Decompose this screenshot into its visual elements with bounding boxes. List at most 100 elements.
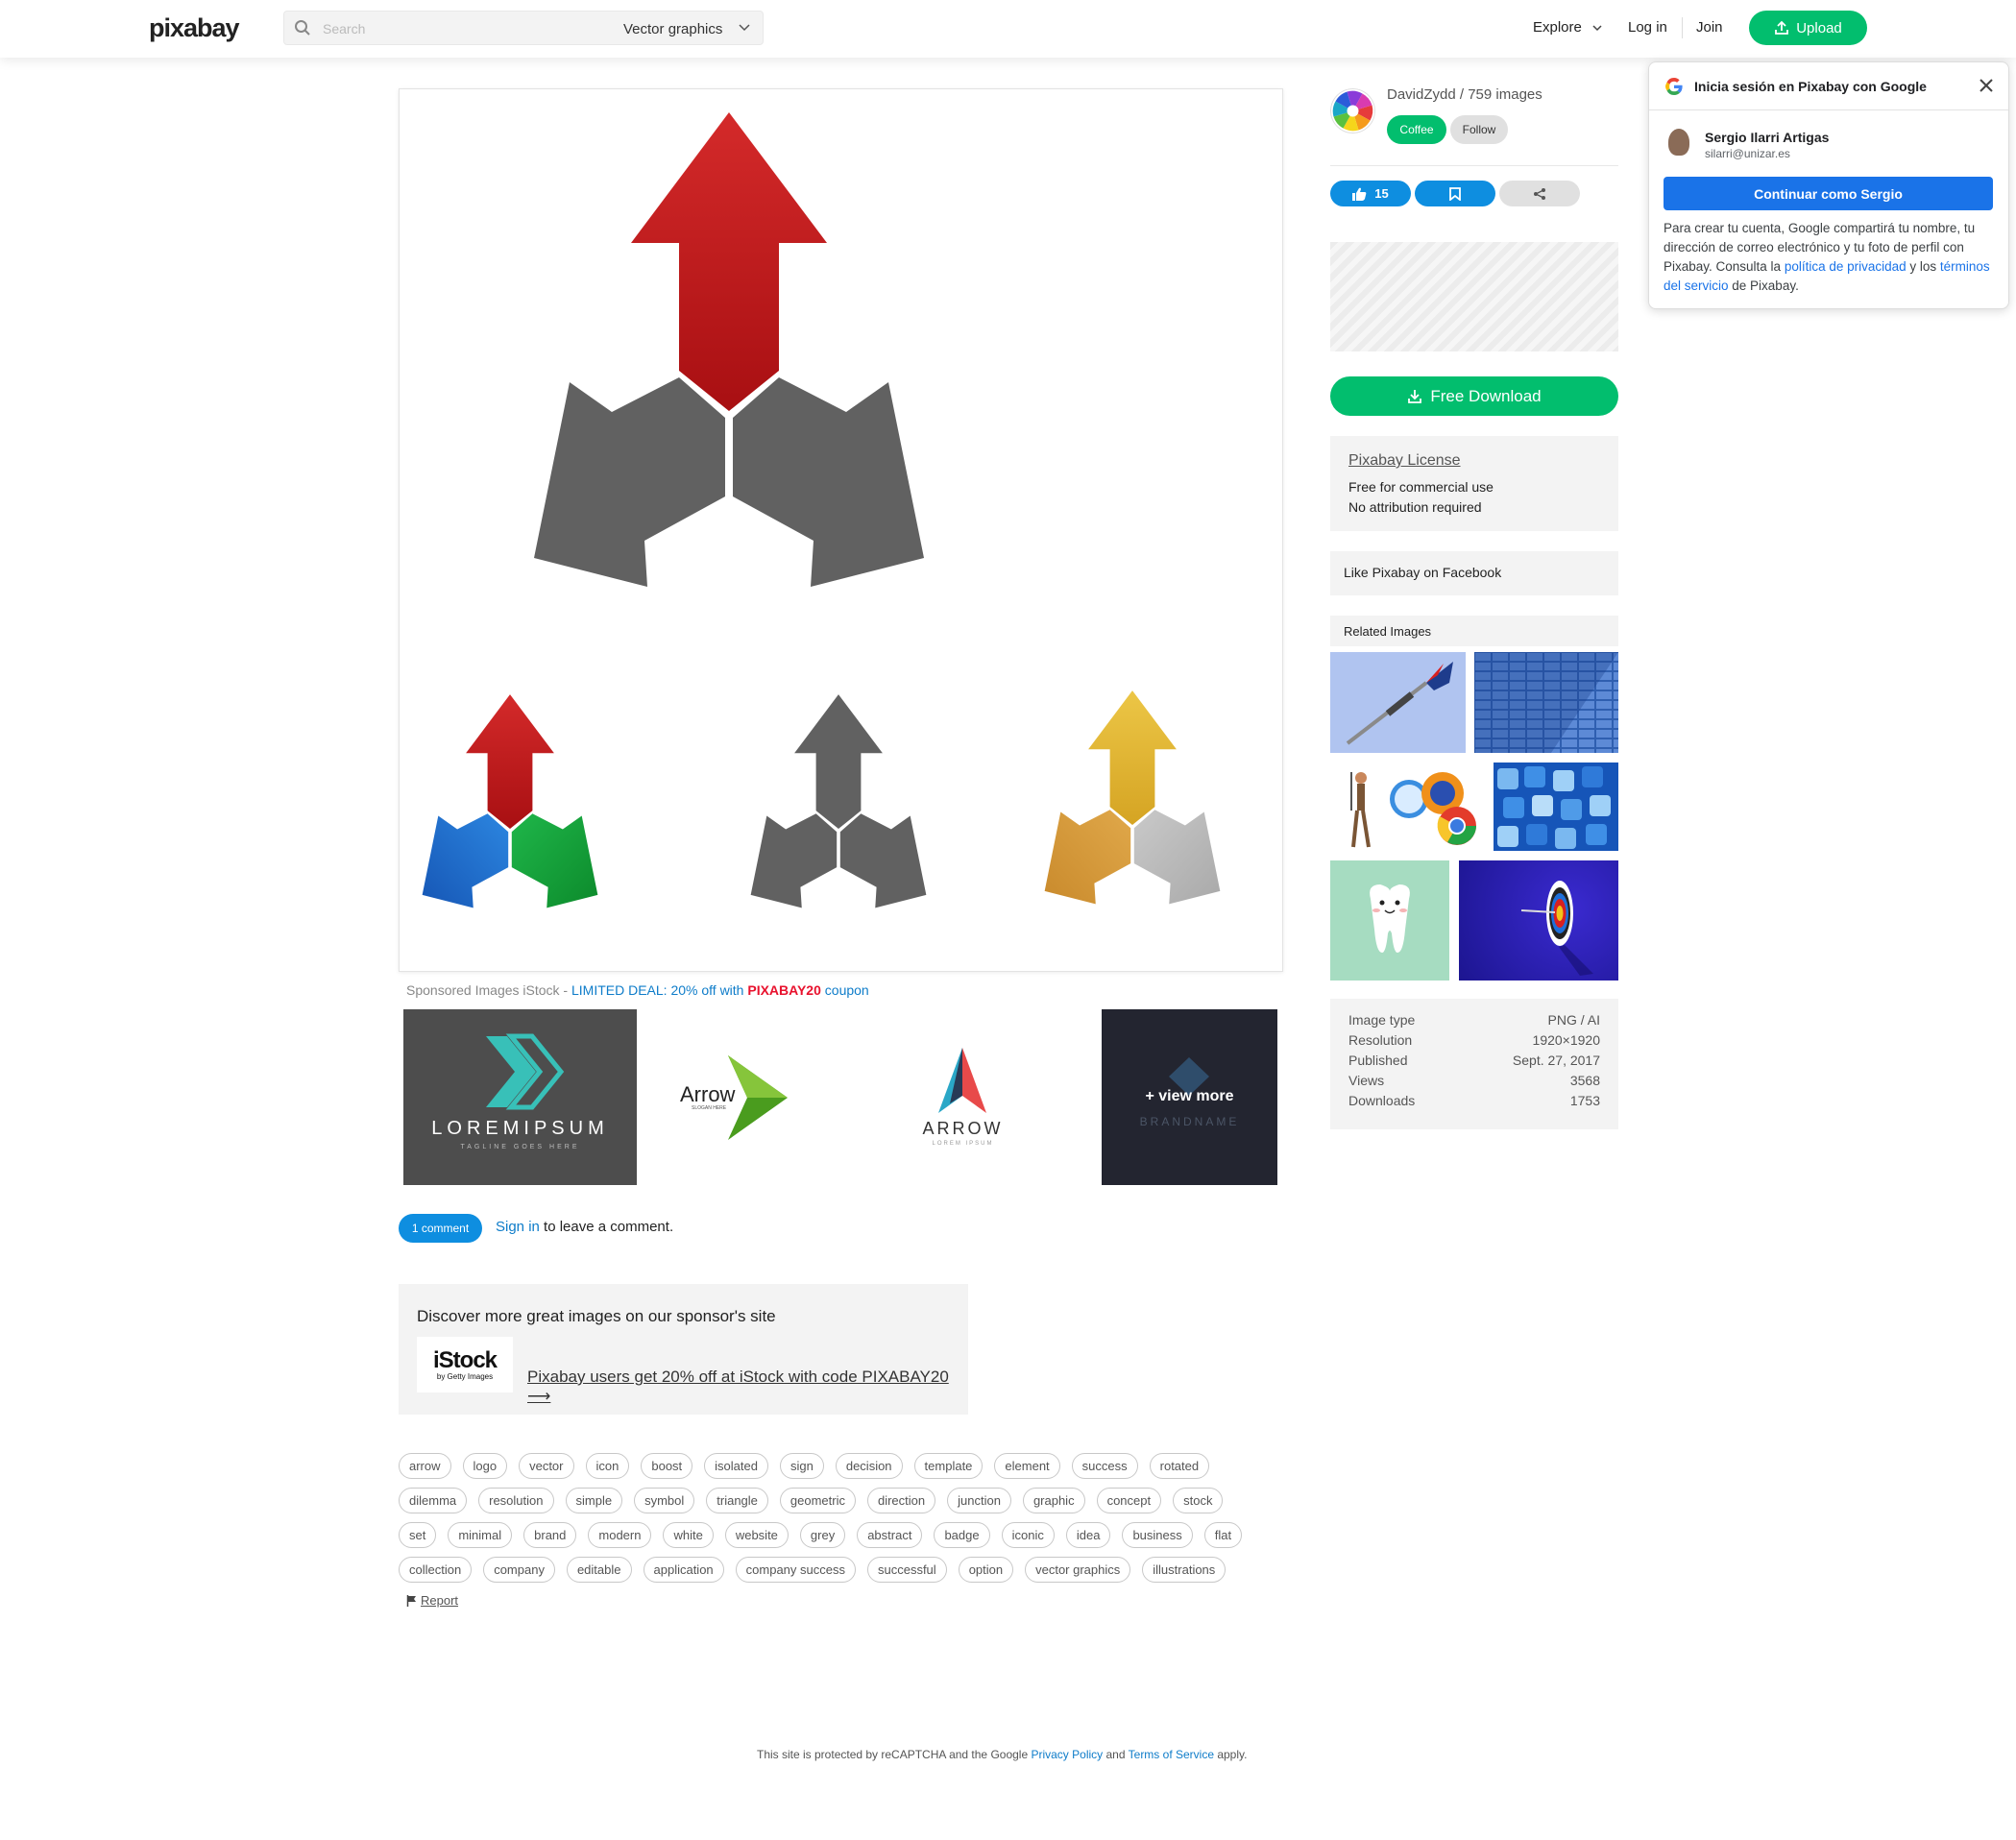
related-image-grid[interactable]	[1474, 652, 1618, 753]
tag-chip[interactable]: illustrations	[1142, 1557, 1227, 1583]
tag-chip[interactable]: editable	[566, 1557, 632, 1583]
related-image-tooth[interactable]	[1330, 860, 1449, 981]
tag-chip[interactable]: logo	[462, 1453, 508, 1479]
tag-chip[interactable]: website	[724, 1522, 789, 1548]
like-button[interactable]: 15	[1330, 181, 1411, 206]
tag-chip[interactable]: idea	[1065, 1522, 1111, 1548]
detail-value: Sept. 27, 2017	[1512, 1053, 1600, 1068]
tag-chip[interactable]: grey	[799, 1522, 846, 1548]
license-link[interactable]: Pixabay License	[1348, 452, 1461, 470]
continue-as-button[interactable]: Continuar como Sergio	[1664, 177, 1993, 210]
tag-chip[interactable]: success	[1071, 1453, 1138, 1479]
tag-chip[interactable]: brand	[523, 1522, 577, 1548]
tag-chip[interactable]: collection	[399, 1557, 473, 1583]
pixabay-logo[interactable]: pixabay	[149, 13, 240, 43]
related-image-dart[interactable]	[1330, 652, 1466, 753]
sponsored-prefix: Sponsored Images iStock -	[406, 982, 571, 998]
tag-chip[interactable]: modern	[588, 1522, 652, 1548]
related-image-target[interactable]	[1459, 860, 1618, 981]
detail-label: Published	[1348, 1053, 1408, 1068]
author-avatar[interactable]	[1330, 88, 1375, 133]
nav-divider	[1682, 17, 1683, 38]
join-link[interactable]: Join	[1696, 19, 1723, 36]
tag-chip[interactable]: vector	[519, 1453, 574, 1479]
tag-chip[interactable]: isolated	[704, 1453, 768, 1479]
tag-chip[interactable]: successful	[866, 1557, 947, 1583]
related-image-browsers[interactable]	[1330, 763, 1477, 851]
explore-menu[interactable]: Explore	[1533, 19, 1603, 36]
author-image-count[interactable]: 759 images	[1468, 86, 1542, 103]
tag-chip[interactable]: set	[399, 1522, 437, 1548]
share-button[interactable]	[1499, 181, 1580, 206]
tag-chip[interactable]: dilemma	[399, 1488, 468, 1513]
tile-tagline: SLOGAN HERE	[692, 1105, 727, 1111]
deal-link[interactable]: LIMITED DEAL: 20% off with PIXABAY20 cou…	[571, 982, 869, 998]
tag-chip[interactable]: template	[913, 1453, 984, 1479]
tag-chip[interactable]: graphic	[1022, 1488, 1085, 1513]
chevron-down-icon[interactable]	[738, 21, 751, 39]
tag-chip[interactable]: resolution	[478, 1488, 554, 1513]
tag-chip[interactable]: flat	[1203, 1522, 1243, 1548]
terms-link[interactable]: Terms of Service	[1129, 1748, 1214, 1761]
search-box[interactable]: Search Vector graphics	[283, 11, 764, 45]
tag-chip[interactable]: stock	[1173, 1488, 1224, 1513]
tag-chip[interactable]: company success	[735, 1557, 856, 1583]
tag-chip[interactable]: badge	[934, 1522, 990, 1548]
tag-chip[interactable]: element	[994, 1453, 1060, 1479]
tag-chip[interactable]: decision	[835, 1453, 903, 1479]
tag-chip[interactable]: boost	[641, 1453, 693, 1479]
tag-chip[interactable]: abstract	[857, 1522, 923, 1548]
report-link[interactable]: Report	[406, 1593, 458, 1608]
tag-chip[interactable]: minimal	[448, 1522, 513, 1548]
coffee-button[interactable]: Coffee	[1387, 115, 1446, 144]
signin-link[interactable]: Sign in	[496, 1219, 540, 1235]
google-privacy-link[interactable]: política de privacidad	[1785, 259, 1907, 274]
comments-count-button[interactable]: 1 comment	[399, 1214, 482, 1243]
tag-chip[interactable]: option	[958, 1557, 1014, 1583]
tag-chip[interactable]: icon	[585, 1453, 630, 1479]
tag-chip[interactable]: direction	[866, 1488, 936, 1513]
privacy-policy-link[interactable]: Privacy Policy	[1031, 1748, 1103, 1761]
detail-value: 1753	[1569, 1093, 1600, 1108]
follow-button[interactable]: Follow	[1450, 115, 1508, 144]
close-icon[interactable]	[1977, 76, 1996, 100]
tag-chip[interactable]: symbol	[634, 1488, 695, 1513]
tag-chip[interactable]: concept	[1096, 1488, 1162, 1513]
tag-chip[interactable]: simple	[565, 1488, 623, 1513]
search-icon[interactable]	[294, 19, 311, 41]
facebook-like-box[interactable]: Like Pixabay on Facebook	[1330, 551, 1618, 595]
sponsored-view-more-tile[interactable]: + view more BRANDNAME	[1102, 1009, 1277, 1185]
comment-signin-text: Sign in to leave a comment.	[496, 1219, 673, 1235]
author-name[interactable]: DavidZydd	[1387, 86, 1456, 103]
tag-row: arrow logo vector icon boost isolated sign deci…	[399, 1453, 1282, 1479]
istock-promo-link[interactable]: Pixabay users get 20% off at iStock with…	[527, 1368, 968, 1406]
tag-chip[interactable]: application	[643, 1557, 724, 1583]
search-input[interactable]: Search	[323, 21, 365, 36]
free-download-button[interactable]: Free Download	[1330, 376, 1618, 416]
tag-chip[interactable]: iconic	[1001, 1522, 1055, 1548]
sponsored-tile-loremipsum[interactable]: LOREMIPSUM TAGLINE GOES HERE	[403, 1009, 637, 1185]
tag-chip[interactable]: rotated	[1149, 1453, 1210, 1479]
related-image-app-icons[interactable]	[1494, 763, 1618, 851]
sponsored-tile-arrow-green[interactable]: Arrow SLOGAN HERE	[653, 1009, 816, 1185]
bookmark-icon	[1449, 186, 1461, 201]
tag-chip[interactable]: white	[663, 1522, 714, 1548]
tag-chip[interactable]: company	[483, 1557, 555, 1583]
tag-chip[interactable]: sign	[779, 1453, 824, 1479]
istock-logo[interactable]: iStock by Getty Images	[417, 1337, 513, 1392]
login-link[interactable]: Log in	[1628, 19, 1667, 36]
search-category-select[interactable]: Vector graphics	[623, 21, 722, 37]
upload-button[interactable]: Upload	[1749, 11, 1867, 45]
tag-chip[interactable]: arrow	[399, 1453, 451, 1479]
triangle-logo-icon	[938, 1048, 986, 1113]
sponsored-tile-arrow-triangle[interactable]: ARROW LOREM IPSUM	[879, 1009, 1047, 1185]
tile-tagline: LOREM IPSUM	[932, 1141, 994, 1147]
tag-chip[interactable]: triangle	[706, 1488, 768, 1513]
istock-logo-subtext: by Getty Images	[436, 1371, 494, 1381]
tag-chip[interactable]: vector graphics	[1025, 1557, 1131, 1583]
main-image[interactable]	[399, 88, 1283, 972]
bookmark-button[interactable]	[1415, 181, 1495, 206]
tag-chip[interactable]: geometric	[779, 1488, 856, 1513]
tag-chip[interactable]: business	[1122, 1522, 1193, 1548]
tag-chip[interactable]: junction	[947, 1488, 1011, 1513]
